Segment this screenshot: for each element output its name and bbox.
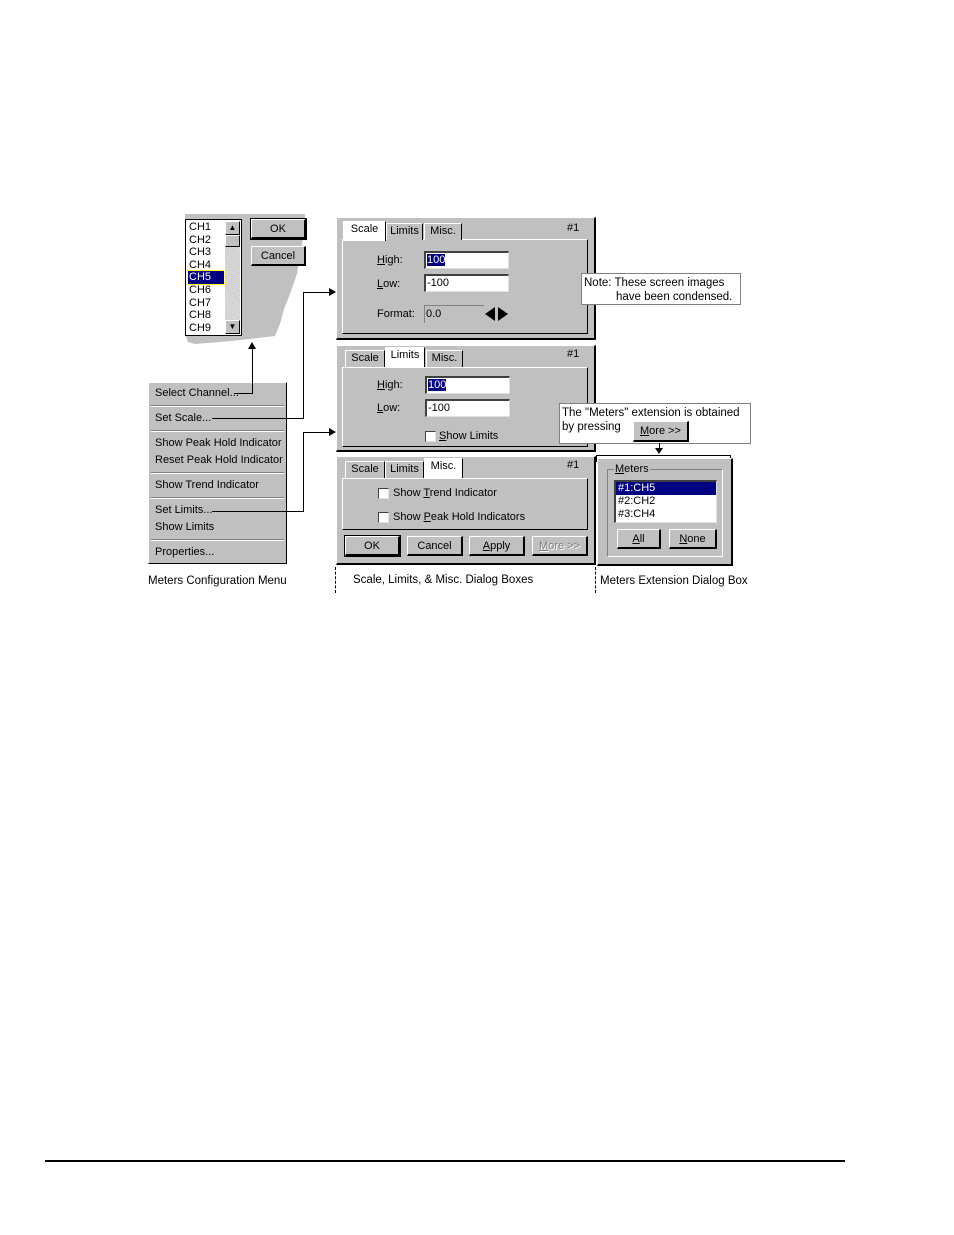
tab-scale[interactable]: Scale — [345, 350, 385, 367]
cancel-button[interactable]: Cancel — [407, 536, 463, 556]
channel-list-item[interactable]: CH3 — [188, 246, 224, 259]
menu-separator — [151, 430, 284, 432]
tab-limits[interactable]: Limits — [386, 223, 423, 240]
connector-line — [212, 418, 304, 419]
menu-item-reset-peak-hold[interactable]: Reset Peak Hold Indicator — [155, 454, 283, 466]
low-input[interactable]: -100 — [425, 399, 510, 417]
scroll-down-button[interactable]: ▼ — [225, 320, 240, 334]
dashed-divider — [595, 567, 596, 593]
dashed-divider — [335, 567, 336, 593]
menu-item-show-trend[interactable]: Show Trend Indicator — [155, 479, 259, 491]
channel-list-item[interactable]: CH6 — [188, 284, 224, 297]
channel-list-item[interactable]: CH4 — [188, 259, 224, 272]
meter-list-item[interactable]: #1:CH5 — [616, 482, 716, 495]
show-trend-checkbox[interactable] — [378, 488, 389, 499]
dialogs-caption: Scale, Limits, & Misc. Dialog Boxes — [353, 574, 534, 586]
meter-list-item[interactable]: #3:CH4 — [616, 508, 716, 521]
channel-list-item[interactable]: CH1 — [188, 221, 224, 234]
menu-item-properties[interactable]: Properties... — [155, 546, 214, 558]
config-menu-caption: Meters Configuration Menu — [148, 575, 287, 587]
low-label: Low: — [377, 278, 401, 290]
menu-item-select-channel[interactable]: Select Channel... — [155, 387, 239, 399]
more-button[interactable]: More >> — [633, 421, 689, 442]
menu-separator — [151, 539, 284, 541]
bracket-line — [596, 455, 731, 456]
channel-cancel-button[interactable]: Cancel — [251, 246, 306, 266]
connector-line — [303, 432, 329, 433]
meters-listbox[interactable]: #1:CH5 #2:CH2 #3:CH4 — [614, 480, 717, 523]
channel-list-item[interactable]: CH5 — [187, 270, 225, 285]
arrow-up-icon — [248, 342, 256, 349]
tab-misc[interactable]: Misc. — [426, 350, 463, 367]
connector-line — [303, 292, 329, 293]
connector-line — [303, 292, 304, 419]
channel-list-item[interactable]: CH8 — [188, 309, 224, 322]
channel-list-item[interactable]: CH2 — [188, 234, 224, 247]
low-label: Low: — [377, 402, 401, 414]
config-menu: Select Channel... Set Scale... Show Peak… — [148, 382, 287, 564]
note-box: Note: These screen images have been cond… — [581, 273, 741, 305]
channel-ok-button[interactable]: OK — [250, 218, 307, 240]
meter-list-item[interactable]: #2:CH2 — [616, 495, 716, 508]
all-button[interactable]: All — [617, 529, 661, 549]
connector-line — [234, 393, 253, 394]
meter-number: #1 — [567, 459, 580, 471]
format-display: 0.0 — [424, 305, 484, 323]
format-label: Format: — [377, 308, 415, 320]
menu-item-show-peak-hold[interactable]: Show Peak Hold Indicator — [155, 437, 282, 449]
channel-list-item[interactable]: CH7 — [188, 297, 224, 310]
channel-list-item[interactable]: CH9 — [188, 322, 224, 335]
arrow-right-icon[interactable] — [498, 307, 508, 321]
menu-item-show-limits[interactable]: Show Limits — [155, 521, 214, 533]
ok-button[interactable]: OK — [344, 535, 401, 557]
tab-scale[interactable]: Scale — [345, 461, 385, 478]
connector-line — [303, 432, 304, 512]
arrow-right-icon — [329, 428, 336, 436]
low-input[interactable]: -100 — [424, 274, 509, 292]
tab-scale[interactable]: Scale — [343, 221, 386, 241]
meters-group-label: Meters — [614, 463, 650, 475]
tab-limits[interactable]: Limits — [385, 347, 425, 367]
tab-limits[interactable]: Limits — [385, 461, 424, 478]
apply-button[interactable]: Apply — [469, 536, 525, 556]
menu-separator — [151, 405, 284, 407]
show-limits-checkbox[interactable] — [425, 431, 436, 442]
meter-number: #1 — [567, 348, 580, 360]
arrow-left-icon[interactable] — [485, 307, 495, 321]
show-peak-checkbox[interactable] — [378, 512, 389, 523]
tab-misc[interactable]: Misc. — [424, 458, 463, 478]
high-label: High: — [377, 254, 403, 266]
scroll-up-button[interactable]: ▲ — [225, 221, 240, 235]
connector-line — [212, 511, 304, 512]
channel-listbox[interactable]: CH1 CH2 CH3 CH4 CH5 CH6 CH7 CH8 CH9 ▲ ▼ — [185, 219, 242, 336]
connector-line — [252, 348, 253, 394]
menu-separator — [151, 472, 284, 474]
scroll-thumb[interactable] — [225, 235, 240, 247]
meters-extension-caption: Meters Extension Dialog Box — [600, 575, 748, 587]
menu-item-set-scale[interactable]: Set Scale... — [155, 412, 211, 424]
more-button-disabled[interactable]: More >> — [532, 536, 588, 556]
listbox-scrollbar[interactable]: ▲ ▼ — [225, 221, 240, 334]
arrow-right-icon — [329, 288, 336, 296]
show-limits-label[interactable]: Show Limits — [439, 430, 498, 442]
footer-rule — [45, 1160, 845, 1162]
show-peak-label[interactable]: Show Peak Hold Indicators — [393, 511, 525, 523]
tab-misc[interactable]: Misc. — [424, 223, 462, 240]
meter-number: #1 — [567, 222, 580, 234]
high-label: High: — [377, 379, 403, 391]
format-spinner[interactable] — [484, 305, 510, 323]
high-input[interactable]: 100 — [425, 376, 510, 394]
menu-separator — [151, 497, 284, 499]
high-input[interactable]: 100 — [424, 251, 509, 269]
menu-item-set-limits[interactable]: Set Limits... — [155, 504, 212, 516]
none-button[interactable]: None — [669, 529, 717, 549]
show-trend-label[interactable]: Show Trend Indicator — [393, 487, 497, 499]
arrow-down-icon — [655, 448, 663, 454]
